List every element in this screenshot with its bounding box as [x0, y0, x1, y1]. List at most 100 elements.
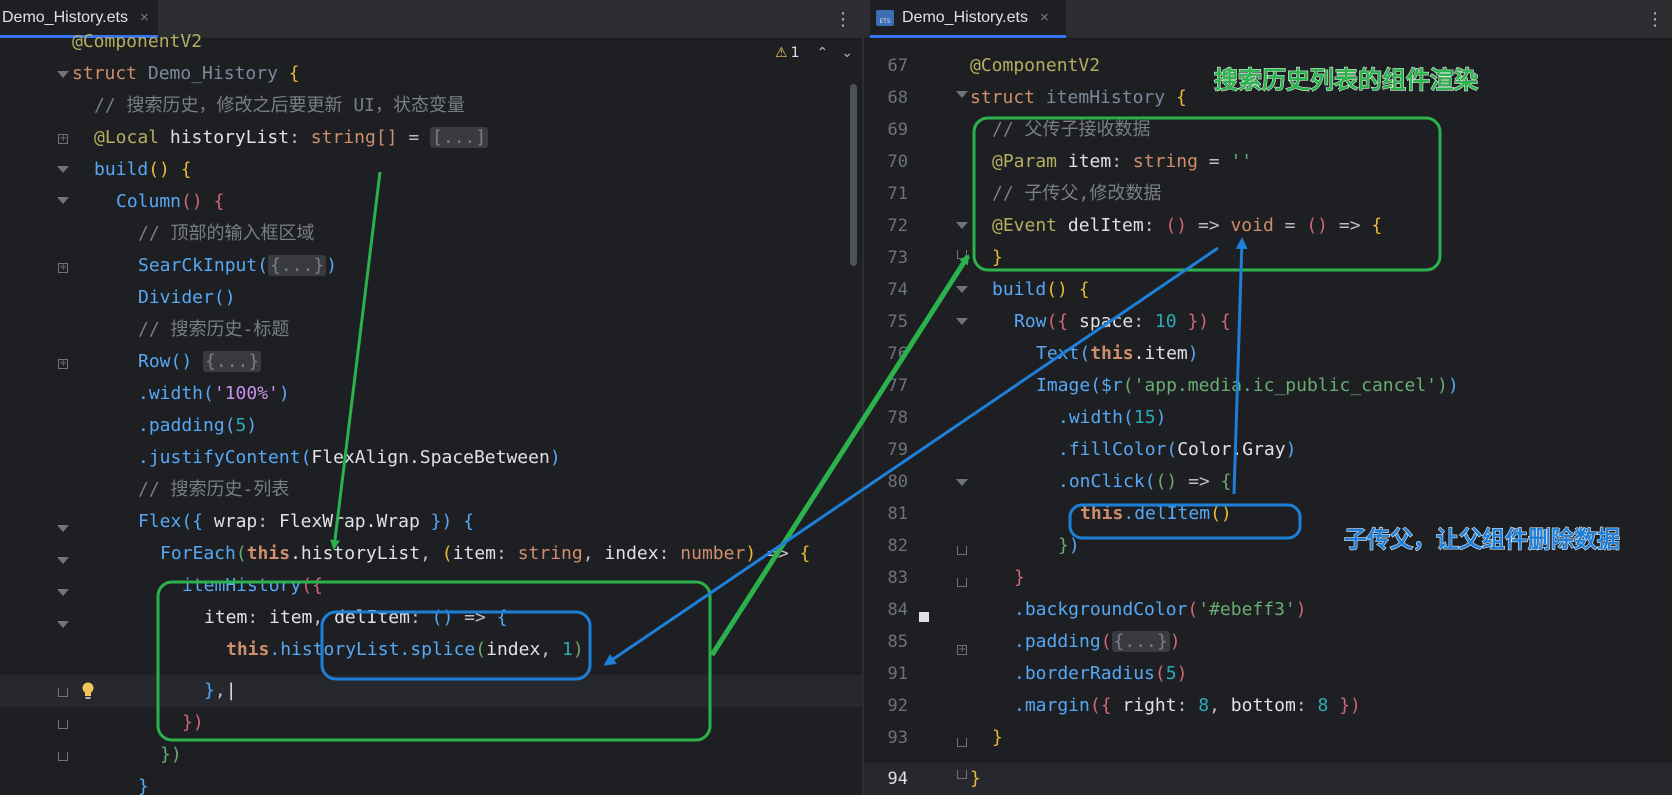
fold-end-icon[interactable] [957, 738, 967, 747]
line-number: 69 [887, 120, 908, 140]
fold-end-icon[interactable] [957, 770, 967, 779]
fold-end-icon[interactable] [58, 688, 68, 697]
current-line-highlight [864, 763, 1672, 795]
ets-file-icon: ETS [876, 9, 894, 26]
chevron-down-icon[interactable]: ⌄ [841, 45, 853, 61]
code-line: Flex({ wrap: FlexWrap.Wrap }) { [138, 511, 475, 532]
code-line: @Local historyList: string[] = [...] [94, 127, 489, 148]
code-line: @Event delItem: () => void = () => { [992, 215, 1383, 236]
code-line: .justifyContent(FlexAlign.SpaceBetween) [138, 447, 561, 468]
fold-end-icon[interactable] [957, 578, 967, 587]
expand-fold-icon[interactable]: + [58, 359, 68, 369]
code-line: Row() {...} [138, 351, 262, 372]
warning-icon: ⚠ [775, 45, 788, 61]
line-number: 79 [887, 440, 908, 460]
green-annotation-caption: 搜索历史列表的组件渲染 [1214, 66, 1479, 95]
lightbulb-icon[interactable] [81, 682, 95, 700]
line-number: 77 [887, 376, 908, 396]
right-file-tab[interactable]: ETS Demo_History.ets × [870, 0, 1066, 38]
code-line: .margin({ right: 8, bottom: 8 }) [1014, 695, 1361, 716]
line-number: 91 [887, 664, 908, 684]
code-line: } [992, 727, 1003, 748]
line-number: 73 [887, 248, 908, 268]
warning-count: 1 [790, 45, 800, 61]
fold-toggle-icon[interactable] [57, 166, 69, 173]
fold-toggle-icon[interactable] [57, 621, 69, 628]
expand-fold-icon[interactable]: + [58, 263, 68, 273]
code-line: // 子传父,修改数据 [992, 183, 1162, 204]
line-number: 81 [887, 504, 908, 524]
right-tab-title: Demo_History.ets [902, 8, 1028, 26]
fold-toggle-icon[interactable] [57, 525, 69, 532]
code-line: .padding({...}) [1014, 631, 1181, 652]
code-line: build() { [94, 159, 192, 180]
code-line: @ComponentV2 [72, 31, 203, 52]
code-line: this.historyList.splice(index, 1) [226, 639, 584, 660]
fold-end-icon[interactable] [58, 720, 68, 729]
inspection-widget[interactable]: ⚠ 1 ⌃ ⌄ [775, 45, 853, 61]
fold-toggle-icon[interactable] [956, 479, 968, 486]
line-number: 80 [887, 472, 908, 492]
code-line: ForEach(this.historyList, (item: string,… [160, 543, 811, 564]
code-line: @Param item: string = '' [992, 151, 1253, 172]
code-line: .borderRadius(5) [1014, 663, 1188, 684]
code-line: Image($r('app.media.ic_public_cancel')) [1036, 375, 1459, 396]
right-tab-bar: ETS Demo_History.ets × ⋮ [864, 0, 1672, 39]
expand-fold-icon[interactable]: + [58, 134, 68, 144]
fold-end-icon[interactable] [58, 752, 68, 761]
code-line: SearCkInput({...}) [138, 255, 338, 276]
blue-annotation-caption: 子传父，让父组件删除数据 [1344, 527, 1621, 554]
code-line: // 父传子接收数据 [992, 119, 1151, 140]
code-line: item: item, delItem: () => { [204, 607, 508, 628]
right-editor-pane: ETS Demo_History.ets × ⋮ 67 68 69 70 71 72 73 7… [864, 0, 1672, 795]
more-options-icon[interactable]: ⋮ [834, 9, 852, 30]
code-line: .padding(5) [138, 415, 258, 436]
fold-toggle-icon[interactable] [956, 91, 968, 98]
fold-end-icon[interactable] [957, 250, 967, 259]
chevron-up-icon[interactable]: ⌃ [816, 45, 828, 61]
fold-toggle-icon[interactable] [57, 197, 69, 204]
code-line: .backgroundColor('#ebeff3') [1014, 599, 1307, 620]
line-number: 72 [887, 216, 908, 236]
fold-end-icon[interactable] [957, 546, 967, 555]
line-number: 74 [887, 280, 908, 300]
line-number: 68 [887, 88, 908, 108]
code-line: // 搜索历史-列表 [138, 479, 290, 500]
code-line: Row({ space: 10 }) { [1014, 311, 1231, 332]
code-line: @ComponentV2 [970, 55, 1101, 76]
close-icon[interactable]: × [1040, 9, 1049, 26]
close-icon[interactable]: × [140, 9, 149, 26]
fold-toggle-icon[interactable] [57, 557, 69, 564]
left-tab-title: Demo_History.ets [2, 8, 128, 26]
line-number: 82 [887, 536, 908, 556]
expand-fold-icon[interactable]: + [957, 645, 967, 655]
code-line: Divider() [138, 287, 236, 308]
fold-toggle-icon[interactable] [956, 286, 968, 293]
line-number: 94 [887, 769, 908, 789]
code-line: .width('100%') [138, 383, 290, 404]
code-line: .width(15) [1058, 407, 1167, 428]
code-line: .onClick(() => { [1058, 471, 1232, 492]
line-number: 84 [887, 600, 908, 620]
code-line: this.delItem() [1080, 503, 1232, 524]
more-options-icon[interactable]: ⋮ [1646, 9, 1664, 30]
line-number: 93 [887, 728, 908, 748]
code-line: } [138, 776, 149, 795]
vertical-scrollbar[interactable] [850, 84, 857, 266]
line-number: 92 [887, 696, 908, 716]
code-line: }) [182, 712, 204, 733]
code-line: Text(this.item) [1036, 343, 1199, 364]
fold-toggle-icon[interactable] [57, 589, 69, 596]
fold-toggle-icon[interactable] [57, 71, 69, 78]
current-line-highlight [0, 675, 862, 707]
bookmark-icon[interactable] [919, 612, 929, 622]
code-line: itemHistory({ [182, 575, 323, 596]
line-number: 76 [887, 344, 908, 364]
fold-toggle-icon[interactable] [956, 318, 968, 325]
line-number: 67 [887, 56, 908, 76]
line-number: 71 [887, 184, 908, 204]
code-line: // 搜索历史，修改之后要更新 UI，状态变量 [94, 95, 466, 116]
code-line: } [992, 247, 1003, 268]
fold-toggle-icon[interactable] [956, 222, 968, 229]
code-line: } [1014, 567, 1025, 588]
